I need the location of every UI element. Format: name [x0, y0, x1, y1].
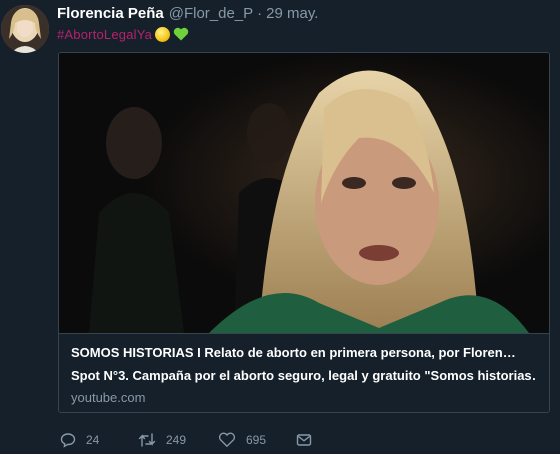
green-heart-icon	[173, 27, 189, 41]
tweet-timestamp[interactable]: 29 may.	[266, 5, 318, 22]
avatar[interactable]	[1, 5, 49, 53]
user-handle[interactable]: @Flor_de_P	[169, 5, 253, 22]
reply-button[interactable]: 24	[60, 432, 138, 448]
heart-icon	[218, 432, 236, 448]
retweet-button[interactable]: 249	[138, 432, 218, 448]
like-button[interactable]: 695	[218, 432, 296, 448]
envelope-icon	[296, 434, 312, 446]
card-body[interactable]: SOMOS HISTORIAS I Relato de aborto en pr…	[59, 333, 549, 412]
tweet-actions: 24 249 695	[60, 430, 312, 450]
card-domain: youtube.com	[71, 390, 146, 405]
card-title: SOMOS HISTORIAS I Relato de aborto en pr…	[71, 345, 516, 360]
reply-icon	[60, 433, 76, 448]
avatar-image	[1, 5, 49, 53]
card-thumbnail[interactable]	[59, 53, 549, 333]
like-count: 695	[246, 433, 267, 447]
hashtag-link[interactable]: #AbortoLegalYa	[57, 27, 152, 42]
display-name[interactable]: Florencia Peña	[57, 5, 164, 22]
retweet-count: 249	[166, 433, 187, 447]
header-separator: ·	[257, 5, 263, 22]
yellow-heart-icon	[155, 26, 171, 42]
retweet-icon	[138, 433, 156, 447]
video-thumbnail-image	[59, 53, 549, 333]
link-card[interactable]: SOMOS HISTORIAS I Relato de aborto en pr…	[58, 52, 550, 413]
card-description: Spot N°3. Campaña por el aborto seguro, …	[71, 368, 537, 383]
tweet[interactable]: Florencia Peña @Flor_de_P · 29 may. #Abo…	[0, 0, 560, 454]
reply-count: 24	[86, 433, 100, 447]
tweet-header: Florencia Peña @Flor_de_P · 29 may.	[57, 5, 318, 25]
direct-message-button[interactable]	[296, 432, 312, 448]
tweet-text: #AbortoLegalYa	[57, 24, 189, 44]
